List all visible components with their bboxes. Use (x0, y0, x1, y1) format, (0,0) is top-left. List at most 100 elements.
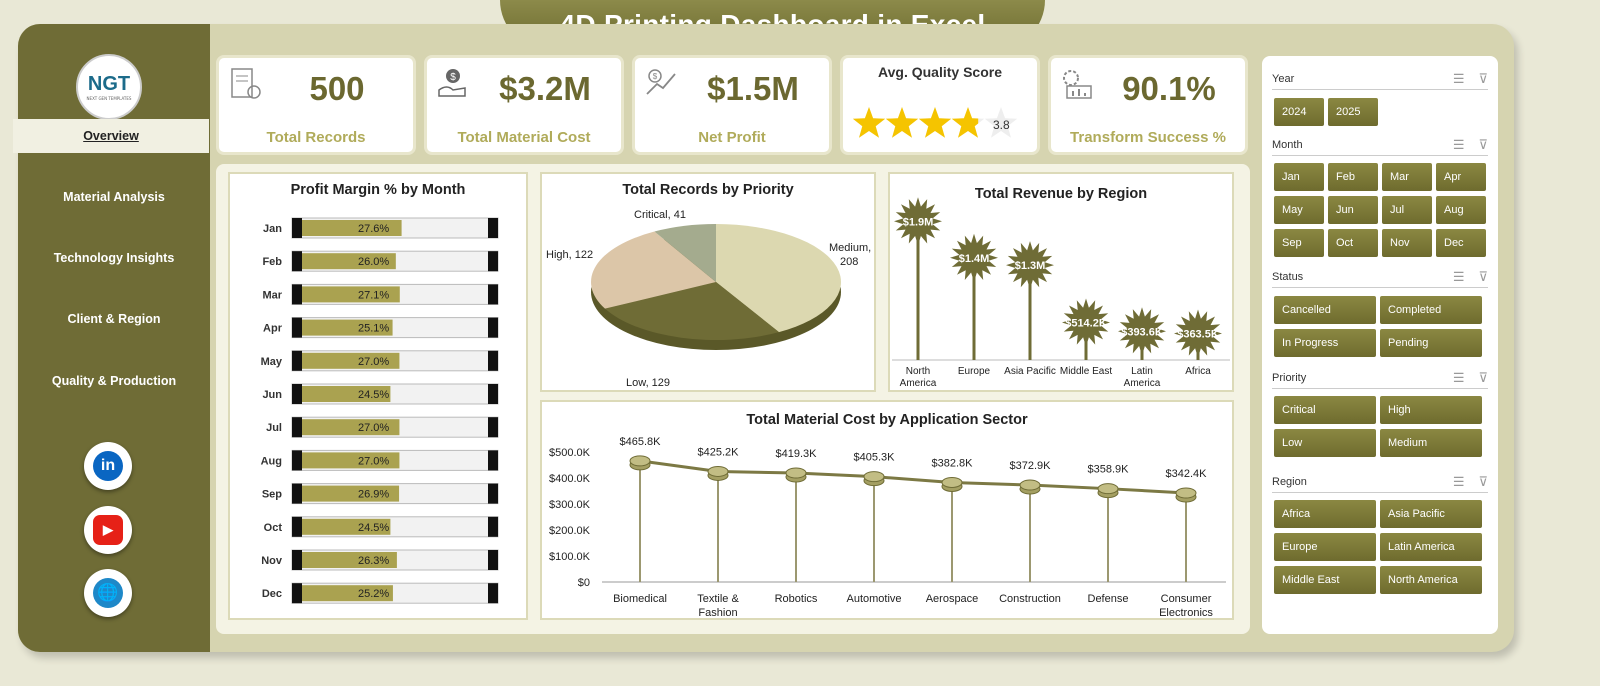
month-option-jun[interactable]: Jun (1328, 196, 1378, 224)
star-filled-icon (885, 107, 919, 138)
nav-technology-insights[interactable]: Technology Insights (18, 241, 210, 275)
nav-client-region[interactable]: Client & Region (18, 302, 210, 336)
month-option-jul[interactable]: Jul (1382, 196, 1432, 224)
multi-select-icon[interactable]: ☰ (1453, 370, 1465, 386)
clear-filter-icon[interactable]: ⊽ (1478, 269, 1488, 285)
y-tick-label: $0 (578, 577, 590, 589)
multi-select-icon[interactable]: ☰ (1453, 474, 1465, 490)
logo: NGT NEXT GEN TEMPLATES (76, 54, 142, 120)
region-option[interactable]: Asia Pacific (1380, 500, 1482, 528)
bar-cap-right (488, 483, 498, 504)
star-filled-icon (853, 107, 886, 138)
region-option[interactable]: Africa (1274, 500, 1376, 528)
region-option[interactable]: North America (1380, 566, 1482, 594)
clear-filter-icon[interactable]: ⊽ (1478, 71, 1488, 87)
y-tick-label: $100.0K (549, 551, 591, 563)
sector-tick-label: Defense (1088, 593, 1129, 605)
y-tick-label: $300.0K (549, 499, 591, 511)
bar-cap-right (488, 550, 498, 570)
priority-option[interactable]: Low (1274, 429, 1376, 457)
status-option[interactable]: Completed (1380, 296, 1482, 324)
filter-label: Region (1272, 475, 1307, 488)
material-cost-card: Total Material Cost by Application Secto… (540, 400, 1234, 620)
sector-tick-label: Automotive (846, 593, 901, 605)
month-option-oct[interactable]: Oct (1328, 229, 1378, 257)
money-growth-icon: $ (646, 69, 676, 95)
status-option[interactable]: Pending (1380, 329, 1482, 357)
priority-option[interactable]: Critical (1274, 396, 1376, 424)
multi-select-icon[interactable]: ☰ (1453, 137, 1465, 153)
multi-select-icon[interactable]: ☰ (1453, 71, 1465, 87)
data-label: 26.3% (358, 555, 389, 567)
clear-filter-icon[interactable]: ⊽ (1478, 137, 1488, 153)
kpi-value: $3.2M (499, 70, 591, 107)
month-option-jan[interactable]: Jan (1274, 163, 1324, 191)
pie-label-low: Low, 129 (626, 377, 670, 389)
month-option-may[interactable]: May (1274, 196, 1324, 224)
bar-cap-right (488, 251, 498, 272)
linkedin-button[interactable]: in (84, 442, 132, 490)
month-tick-label: Oct (264, 522, 283, 534)
multi-select-icon[interactable]: ☰ (1453, 269, 1465, 285)
month-option-mar[interactable]: Mar (1382, 163, 1432, 191)
month-option-dec[interactable]: Dec (1436, 229, 1486, 257)
bar-cap-left (292, 450, 302, 471)
clear-filter-icon[interactable]: ⊽ (1478, 474, 1488, 490)
data-label: $1.9M (903, 216, 934, 228)
coin-marker-top (1175, 487, 1197, 499)
website-button[interactable]: 🌐 (84, 569, 132, 617)
month-option-sep[interactable]: Sep (1274, 229, 1324, 257)
region-option[interactable]: Latin America (1380, 533, 1482, 561)
status-option[interactable]: In Progress (1274, 329, 1376, 357)
data-label: $372.9K (1010, 460, 1052, 472)
data-label: 27.0% (358, 356, 389, 368)
sector-tick-label: Aerospace (926, 593, 979, 605)
bar-cap-left (292, 317, 302, 338)
kpi-value: 90.1% (1122, 70, 1216, 107)
data-label: 26.0% (358, 256, 389, 268)
data-label: $393.6K (1121, 326, 1163, 338)
month-option-apr[interactable]: Apr (1436, 163, 1486, 191)
nav-material-analysis[interactable]: Material Analysis (18, 180, 210, 214)
filter-label: Month (1272, 138, 1303, 151)
sector-tick-label: Consumer (1161, 593, 1212, 605)
coin-marker-top (941, 476, 963, 488)
kpi-label: Transform Success % (1070, 129, 1226, 146)
clear-filter-icon[interactable]: ⊽ (1478, 370, 1488, 386)
data-label: 27.6% (358, 223, 389, 235)
data-label: $1.3M (1015, 260, 1046, 272)
data-label: 24.5% (358, 389, 389, 401)
region-tick-label: Asia Pacific (1004, 366, 1056, 377)
globe-icon: 🌐 (93, 578, 123, 608)
month-option-aug[interactable]: Aug (1436, 196, 1486, 224)
month-tick-label: Dec (262, 588, 282, 600)
region-option[interactable]: Middle East (1274, 566, 1376, 594)
filter-region: Region ☰ ⊽ (1272, 471, 1488, 493)
y-tick-label: $500.0K (549, 447, 591, 459)
coin-marker-top (1097, 483, 1119, 495)
bar-cap-right (488, 317, 498, 338)
bar-cap-right (488, 384, 498, 404)
filter-month: Month ☰ ⊽ (1272, 134, 1488, 156)
priority-option[interactable]: Medium (1380, 429, 1482, 457)
bar-cap-left (292, 550, 302, 570)
region-option[interactable]: Europe (1274, 533, 1376, 561)
records-priority-card: Total Records by Priority Critical, 41 Hi… (540, 172, 876, 392)
nav-quality-production[interactable]: Quality & Production (18, 364, 210, 398)
coin-marker-top (1019, 479, 1041, 491)
youtube-button[interactable]: ▶ (84, 506, 132, 554)
data-label: $382.8K (932, 457, 974, 469)
month-tick-label: Aug (261, 455, 282, 467)
logo-text: NGT (87, 73, 131, 95)
kpi-label: Net Profit (698, 129, 766, 146)
month-option-feb[interactable]: Feb (1328, 163, 1378, 191)
data-label: $363.5K (1177, 328, 1219, 340)
gear-chart-icon (1063, 70, 1092, 99)
year-option-2024[interactable]: 2024 (1274, 98, 1324, 126)
status-option[interactable]: Cancelled (1274, 296, 1376, 324)
nav-overview[interactable]: Overview (13, 119, 209, 153)
month-option-nov[interactable]: Nov (1382, 229, 1432, 257)
month-tick-label: Mar (262, 289, 282, 301)
year-option-2025[interactable]: 2025 (1328, 98, 1378, 126)
priority-option[interactable]: High (1380, 396, 1482, 424)
